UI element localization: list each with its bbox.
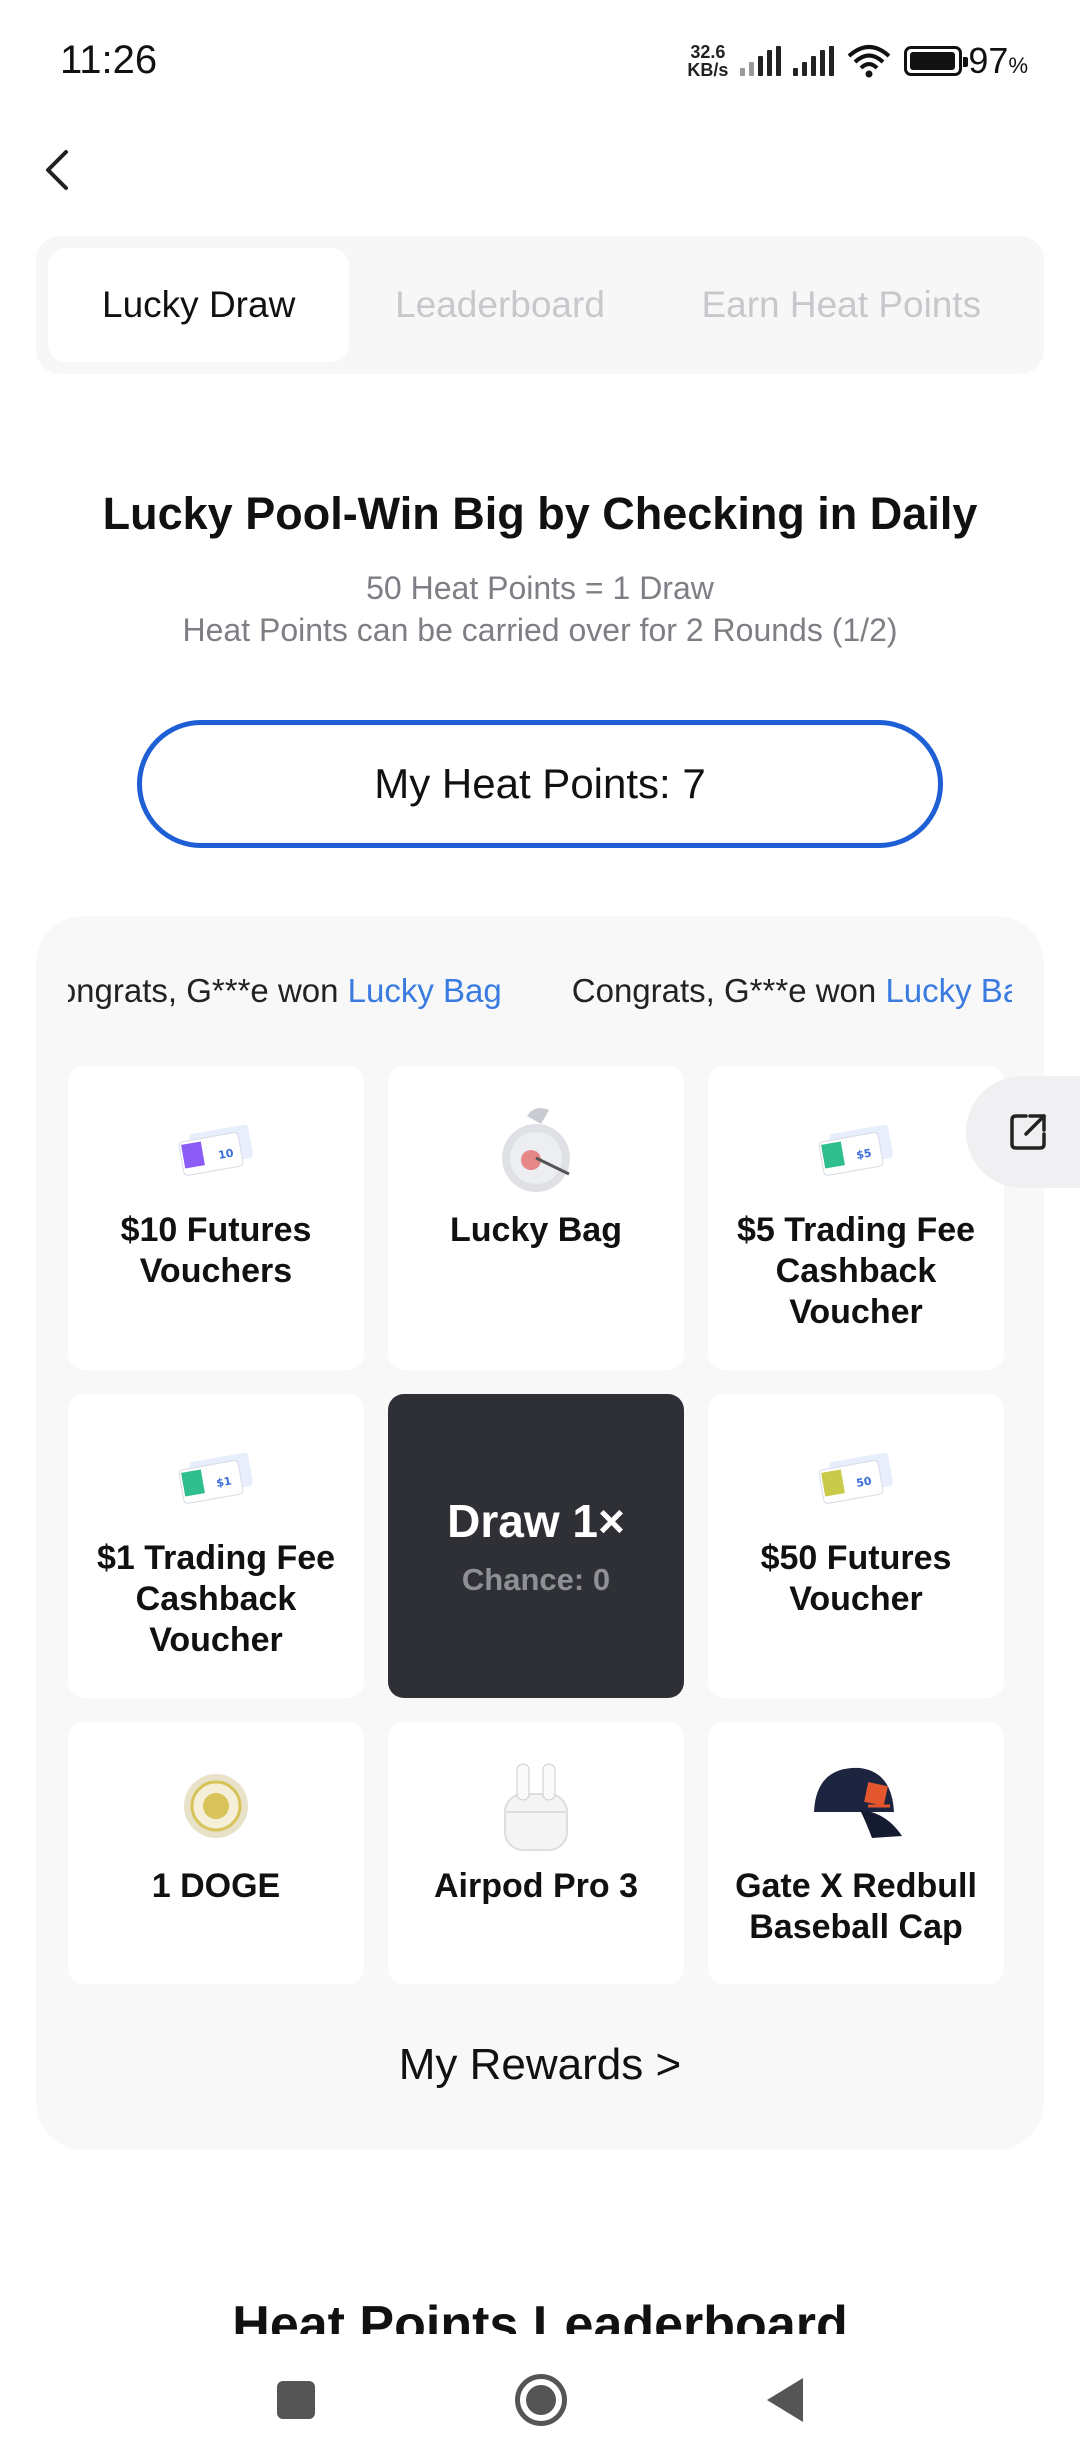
prize-grid: 10 $10 Futures Vouchers Lucky Bag $5 $5 … [68,1066,1012,1984]
marquee-item: Congrats, G***e won Lucky Bag [572,972,1012,1010]
prize-cell: 10 $10 Futures Vouchers [68,1066,364,1370]
svg-text:$5: $5 [855,1146,872,1161]
marquee-text: Congrats, G***e won [571,972,886,1009]
system-nav-bar [0,2340,1080,2460]
marquee-item: Congrats, G***e won Lucky Bag [68,972,502,1010]
svg-text:10: 10 [217,1146,235,1162]
status-bar: 11:26 32.6 KB/s 97% [0,0,1080,130]
status-time: 11:26 [60,38,158,82]
battery-unit: % [1008,53,1028,78]
prize-label: 1 DOGE [151,1867,281,1905]
chevron-left-icon [46,150,68,190]
signal-icon [740,46,782,76]
battery-icon [904,46,969,76]
svg-text:$1: $1 [215,1474,232,1489]
net-speed-value: 32.6 [690,42,726,62]
share-button[interactable] [966,1076,1080,1188]
tab-leaderboard[interactable]: Leaderboard [349,248,650,362]
prize-cell: Airpod Pro 3 [388,1722,684,1984]
battery-indicator: 97% [904,40,1028,82]
tab-bar: Lucky Draw Leaderboard Earn Heat Points [36,236,1044,374]
draw-button[interactable]: Draw 1× Chance: 0 [388,1394,684,1698]
net-speed-unit: KB/s [687,60,729,80]
my-rewards-link[interactable]: My Rewards > [36,2040,1044,2090]
prize-cell: $1 $1 Trading Fee Cashback Voucher [68,1394,364,1698]
prize-cell: Lucky Bag [388,1066,684,1370]
network-speed: 32.6 KB/s [687,43,728,79]
marquee-prize: Lucky Bag [347,972,502,1009]
tab-earn-heat-points[interactable]: Earn Heat Points [651,248,1032,362]
tab-lucky-draw[interactable]: Lucky Draw [48,248,350,362]
status-icons: 32.6 KB/s 97% [687,40,1028,82]
share-icon [1010,1114,1046,1150]
battery-percent: 97 [968,40,1009,81]
prize-cell: 1 DOGE [68,1722,364,1984]
draw-chance: Chance: 0 [461,1562,611,1597]
marquee-prize: Lucky Bag [885,972,1012,1009]
home-icon[interactable] [515,2374,567,2426]
doge-coin-icon [166,1756,266,1856]
voucher-10-icon: 10 [166,1100,266,1200]
back-triangle-icon[interactable] [767,2378,803,2422]
prize-cell: Gate X Redbull Baseball Cap [708,1722,1004,1984]
recent-apps-icon[interactable] [277,2381,315,2419]
voucher-5-icon: $5 [806,1100,906,1200]
prize-label: $10 Futures Vouchers [120,1211,312,1290]
page-title: Lucky Pool-Win Big by Checking in Daily [102,488,978,539]
marquee-text: Congrats, G***e won [68,972,339,1009]
prize-label: Lucky Bag [450,1211,622,1249]
prize-label: $1 Trading Fee Cashback Voucher [96,1539,336,1659]
prize-cell: 50 $50 Futures Voucher [708,1394,1004,1698]
leaderboard-heading: Heat Points Leaderboard [232,2296,848,2334]
winners-marquee: Congrats, G***e won Lucky BagCongrats, G… [68,972,1012,1032]
svg-text:50: 50 [855,1474,873,1490]
airpods-icon [486,1756,586,1856]
draw-title: Draw 1× [447,1495,625,1547]
draw-rate-text: 50 Heat Points = 1 Draw [366,570,714,606]
voucher-1-icon: $1 [166,1428,266,1528]
voucher-50-icon: 50 [806,1428,906,1528]
prize-label: Gate X Redbull Baseball Cap [735,1867,977,1946]
wifi-icon [848,45,891,78]
back-button[interactable] [36,140,76,200]
prize-cell: $5 $5 Trading Fee Cashback Voucher [708,1066,1004,1370]
lucky-draw-panel: Congrats, G***e won Lucky BagCongrats, G… [36,916,1044,2150]
prize-label: Airpod Pro 3 [433,1867,639,1905]
carryover-text: Heat Points can be carried over for 2 Ro… [182,612,898,648]
baseball-cap-icon [806,1756,906,1856]
lucky-bag-icon [486,1100,586,1200]
prize-label: $5 Trading Fee Cashback Voucher [736,1211,976,1331]
heat-points-balance: My Heat Points: 7 [137,720,943,848]
signal-icon-2 [793,46,835,76]
prize-label: $50 Futures Voucher [760,1539,952,1618]
